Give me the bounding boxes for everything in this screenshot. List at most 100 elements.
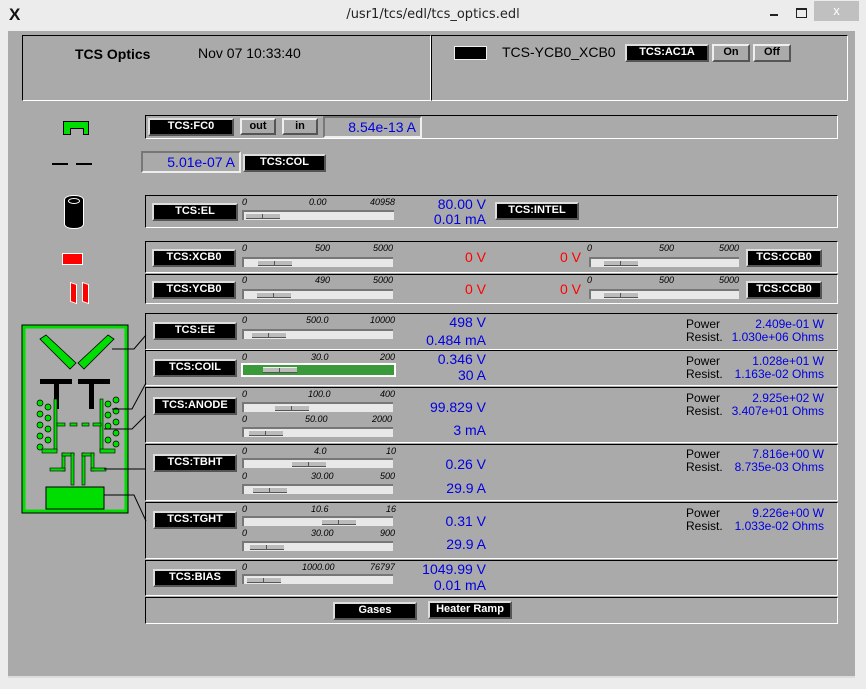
tght-current-slider[interactable]: [242, 541, 393, 551]
ycb-deflector-icon-left: [70, 281, 77, 305]
tbht-i-scale-setpoint: 30.00: [311, 471, 334, 481]
off-button[interactable]: Off: [753, 44, 791, 62]
ac1a-button[interactable]: TCS:AC1A: [625, 44, 709, 62]
bias-current: 0.01 mA: [433, 577, 486, 593]
bias-slider-thumb[interactable]: [247, 577, 281, 583]
ccb0y-slider[interactable]: [589, 289, 739, 299]
anode-button[interactable]: TCS:ANODE: [153, 397, 237, 415]
ee-scale-setpoint: 500.0: [306, 315, 329, 325]
tght-voltage-slider-thumb[interactable]: [322, 519, 356, 525]
col-button[interactable]: TCS:COL: [243, 154, 326, 172]
el-slider[interactable]: [242, 210, 394, 220]
close-button[interactable]: x: [814, 1, 859, 21]
anode-current: 3 mA: [453, 422, 486, 438]
coil-slider-thumb[interactable]: [263, 367, 297, 373]
ee-slider-thumb[interactable]: [252, 332, 286, 338]
tght-panel: TCS:TGHT 0 10.6 16 0 30.00 900 0.31 V 29…: [145, 502, 838, 559]
gases-button[interactable]: Gases: [333, 602, 417, 620]
datetime: Nov 07 10:33:40: [198, 45, 301, 61]
footer-panel: Gases Heater Ramp: [145, 597, 838, 624]
tbht-resistance: 8.735e-03 Ohms: [734, 460, 824, 474]
tbht-v-scale-min: 0: [242, 446, 248, 456]
fc0-button[interactable]: TCS:FC0: [148, 118, 234, 136]
anode-voltage-slider[interactable]: [242, 402, 393, 412]
ycb0-button[interactable]: TCS:YCB0: [152, 281, 236, 299]
anode-v-scale-max: 400: [380, 389, 396, 399]
anode-power: 2.925e+02 W: [752, 391, 824, 405]
xcb0-panel: TCS:XCB0 0 500 5000 0 V 0 V 0 500 5000 T…: [145, 241, 838, 273]
ccb0x-slider-thumb[interactable]: [604, 260, 638, 266]
xcb-deflector-icon: [62, 253, 83, 265]
ccb0y-scale-min: 0: [587, 275, 593, 285]
tght-button[interactable]: TCS:TGHT: [153, 511, 237, 529]
anode-current-slider-thumb[interactable]: [249, 430, 283, 436]
tbht-voltage-slider-thumb[interactable]: [292, 461, 326, 467]
ccb0y-scale-setpoint: 500: [659, 275, 675, 285]
ccb0x-voltage: 0 V: [559, 249, 581, 265]
anode-i-scale-min: 0: [242, 414, 248, 424]
coil-slider[interactable]: [241, 363, 396, 377]
ee-button[interactable]: TCS:EE: [153, 322, 237, 340]
collimator-icon: [52, 163, 68, 165]
ccb0y-slider-thumb[interactable]: [604, 292, 638, 298]
ccb0y-button[interactable]: TCS:CCB0: [746, 281, 822, 299]
tght-voltage-slider[interactable]: [242, 516, 393, 526]
intel-button[interactable]: TCS:INTEL: [495, 202, 579, 220]
el-slider-thumb[interactable]: [246, 213, 280, 219]
electron-gun-schematic: [21, 324, 147, 522]
ycb0-slider[interactable]: [242, 289, 393, 299]
xcb0-voltage: 0 V: [464, 249, 486, 265]
xcb0-scale-setpoint: 500: [315, 243, 331, 253]
ccb0y-voltage: 0 V: [559, 281, 581, 297]
tght-v-scale-setpoint: 10.6: [311, 504, 329, 514]
tght-current-slider-thumb[interactable]: [250, 544, 284, 550]
ee-resist-label: Resist.: [686, 330, 723, 344]
tbht-current-slider[interactable]: [242, 484, 393, 494]
fc0-out-button[interactable]: out: [240, 118, 276, 135]
anode-voltage-slider-thumb[interactable]: [275, 405, 309, 411]
xcb0-scale-max: 5000: [373, 243, 394, 253]
el-scale-setpoint: 0.00: [309, 197, 327, 207]
client-area: TCS Optics Nov 07 10:33:40 TCS-YCB0_XCB0…: [8, 31, 855, 678]
el-current: 0.01 mA: [433, 211, 486, 227]
ycb0-slider-thumb[interactable]: [257, 292, 291, 298]
on-button[interactable]: On: [712, 44, 750, 62]
ccb0x-slider[interactable]: [589, 257, 739, 267]
ycb0-scale-setpoint: 490: [315, 275, 331, 285]
ee-slider[interactable]: [242, 329, 393, 339]
tbht-v-scale-max: 10: [386, 446, 397, 456]
xcb0-slider[interactable]: [242, 257, 393, 267]
el-button[interactable]: TCS:EL: [152, 203, 238, 221]
el-voltage: 80.00 V: [437, 196, 486, 212]
ee-scale-max: 10000: [370, 315, 396, 325]
heater-ramp-button[interactable]: Heater Ramp: [428, 601, 512, 619]
anode-v-scale-min: 0: [242, 389, 248, 399]
ccb0x-button[interactable]: TCS:CCB0: [746, 249, 822, 267]
tbht-current-slider-thumb[interactable]: [253, 487, 287, 493]
anode-current-slider[interactable]: [242, 427, 393, 437]
xcb0-button[interactable]: TCS:XCB0: [152, 249, 236, 267]
coil-button[interactable]: TCS:COIL: [153, 359, 237, 377]
bias-button[interactable]: TCS:BIAS: [153, 569, 237, 587]
target-heater-icon: [45, 486, 105, 510]
collimator-icon-right: [76, 163, 92, 165]
fc0-current-readout: 8.54e-13 A: [323, 116, 422, 138]
ycb-deflector-icon-right: [82, 281, 89, 305]
xcb0-slider-thumb[interactable]: [258, 260, 292, 266]
coil-power: 1.028e+01 W: [752, 354, 824, 368]
tbht-voltage-slider[interactable]: [242, 458, 393, 468]
header-right-panel: TCS-YCB0_XCB0 TCS:AC1A On Off: [431, 35, 848, 101]
fc0-in-button[interactable]: in: [282, 118, 318, 135]
tght-resistance: 1.033e-02 Ohms: [734, 519, 824, 533]
tbht-button[interactable]: TCS:TBHT: [153, 454, 237, 472]
maximize-button[interactable]: [792, 4, 812, 24]
ee-current: 0.484 mA: [426, 332, 486, 348]
anode-power-label: Power: [686, 391, 721, 405]
bias-slider[interactable]: [242, 574, 393, 584]
tght-i-scale-max: 900: [380, 528, 396, 538]
tbht-power-label: Power: [686, 447, 721, 461]
minimize-button[interactable]: [765, 4, 785, 24]
tbht-v-scale-setpoint: 4.0: [314, 446, 327, 456]
tbht-panel: TCS:TBHT 0 4.0 10 0 30.00 500 0.26 V 29.…: [145, 444, 838, 501]
tght-resist-label: Resist.: [686, 519, 723, 533]
